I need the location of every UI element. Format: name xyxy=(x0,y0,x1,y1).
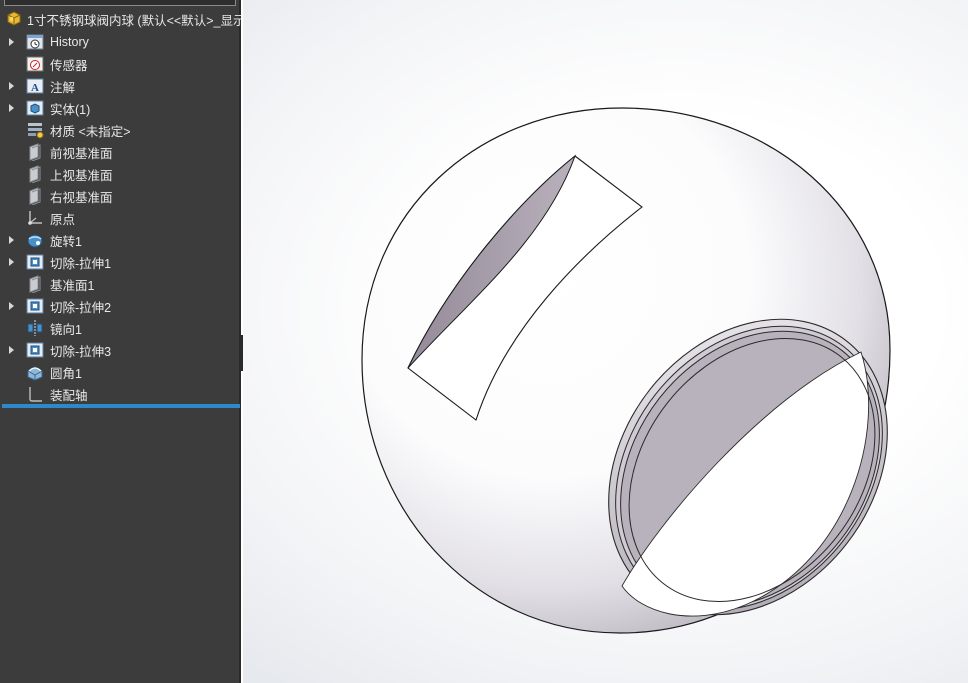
tree-item[interactable]: 切除-拉伸1 xyxy=(0,251,241,273)
expand-arrow-icon[interactable] xyxy=(9,258,14,266)
svg-text:A: A xyxy=(31,82,39,94)
tree-item-label: 旋转1 xyxy=(50,234,82,249)
solid-bodies-icon xyxy=(26,99,44,117)
tree-root-label: 1寸不锈钢球阀内球 (默认<<默认>_显示 xyxy=(27,13,241,28)
tree-item-label: 圆角1 xyxy=(50,366,82,381)
plane-icon xyxy=(26,187,44,206)
graphics-viewport[interactable] xyxy=(243,0,968,683)
tree-item[interactable]: 右视基准面 xyxy=(0,185,241,207)
expand-arrow-icon[interactable] xyxy=(9,236,14,244)
tree-item[interactable]: 圆角1 xyxy=(0,361,241,383)
tree-item[interactable]: 上视基准面 xyxy=(0,163,241,185)
tree-item-label: 上视基准面 xyxy=(50,168,113,183)
tree-item[interactable]: 材质 <未指定> xyxy=(0,119,241,141)
plane-icon xyxy=(26,165,44,184)
expand-arrow-icon[interactable] xyxy=(9,82,14,90)
tree-root-part[interactable]: 1寸不锈钢球阀内球 (默认<<默认>_显示 xyxy=(0,9,241,29)
tree-item-label: 原点 xyxy=(50,212,76,227)
tree-filter-input[interactable] xyxy=(4,0,236,6)
tree-item[interactable]: 原点 xyxy=(0,207,241,229)
cut-extrude-icon xyxy=(26,297,44,315)
tree-item-label: 前视基准面 xyxy=(50,146,113,161)
tree-item[interactable]: 前视基准面 xyxy=(0,141,241,163)
plane-icon xyxy=(26,275,44,294)
sensor-icon xyxy=(26,55,44,73)
feature-manager-tree: 1寸不锈钢球阀内球 (默认<<默认>_显示 History 传感器 A 注解实体(1)… xyxy=(0,0,241,683)
mirror-icon xyxy=(26,319,44,337)
tree-item[interactable]: 镜向1 xyxy=(0,317,241,339)
tree-item[interactable]: 旋转1 xyxy=(0,229,241,251)
tree-item[interactable]: 基准面1 xyxy=(0,273,241,295)
tree-item[interactable]: 切除-拉伸2 xyxy=(0,295,241,317)
annotation-icon: A xyxy=(26,77,44,95)
tree-item-label: 右视基准面 xyxy=(50,190,113,205)
tree-item-label: 切除-拉伸1 xyxy=(50,256,112,271)
tree-item-label: 基准面1 xyxy=(50,278,95,293)
origin-icon xyxy=(26,209,44,227)
tree-item-label: 切除-拉伸3 xyxy=(50,344,112,359)
ball-model-view[interactable] xyxy=(243,0,968,683)
plane-icon xyxy=(26,143,44,162)
part-icon xyxy=(5,9,23,29)
tree-item-label: 切除-拉伸2 xyxy=(50,300,112,315)
tree-item-label: History xyxy=(50,35,89,49)
fillet-icon xyxy=(26,363,44,381)
expand-arrow-icon[interactable] xyxy=(9,38,14,46)
tree-item-label: 装配轴 xyxy=(50,388,88,403)
tree-item[interactable]: 装配轴 xyxy=(0,383,241,405)
expand-arrow-icon[interactable] xyxy=(9,302,14,310)
tree-item[interactable]: 传感器 xyxy=(0,53,241,75)
tree-item[interactable]: 实体(1) xyxy=(0,97,241,119)
revolve-icon xyxy=(26,231,44,249)
material-icon xyxy=(26,121,44,139)
expand-arrow-icon[interactable] xyxy=(9,346,14,354)
tree-item-label: 传感器 xyxy=(50,58,88,73)
sketch-icon xyxy=(26,385,44,403)
expand-arrow-icon[interactable] xyxy=(9,104,14,112)
rollback-bar[interactable] xyxy=(2,404,240,408)
history-icon xyxy=(26,33,44,51)
tree-item-label: 镜向1 xyxy=(50,322,82,337)
tree-item-label: 实体(1) xyxy=(50,102,91,117)
tree-item-label: 材质 <未指定> xyxy=(50,124,131,139)
cut-extrude-icon xyxy=(26,341,44,359)
tree-item-label: 注解 xyxy=(50,80,76,95)
cut-extrude-icon xyxy=(26,253,44,271)
tree-item[interactable]: History xyxy=(0,31,241,53)
tree-item[interactable]: 切除-拉伸3 xyxy=(0,339,241,361)
tree-item[interactable]: A 注解 xyxy=(0,75,241,97)
